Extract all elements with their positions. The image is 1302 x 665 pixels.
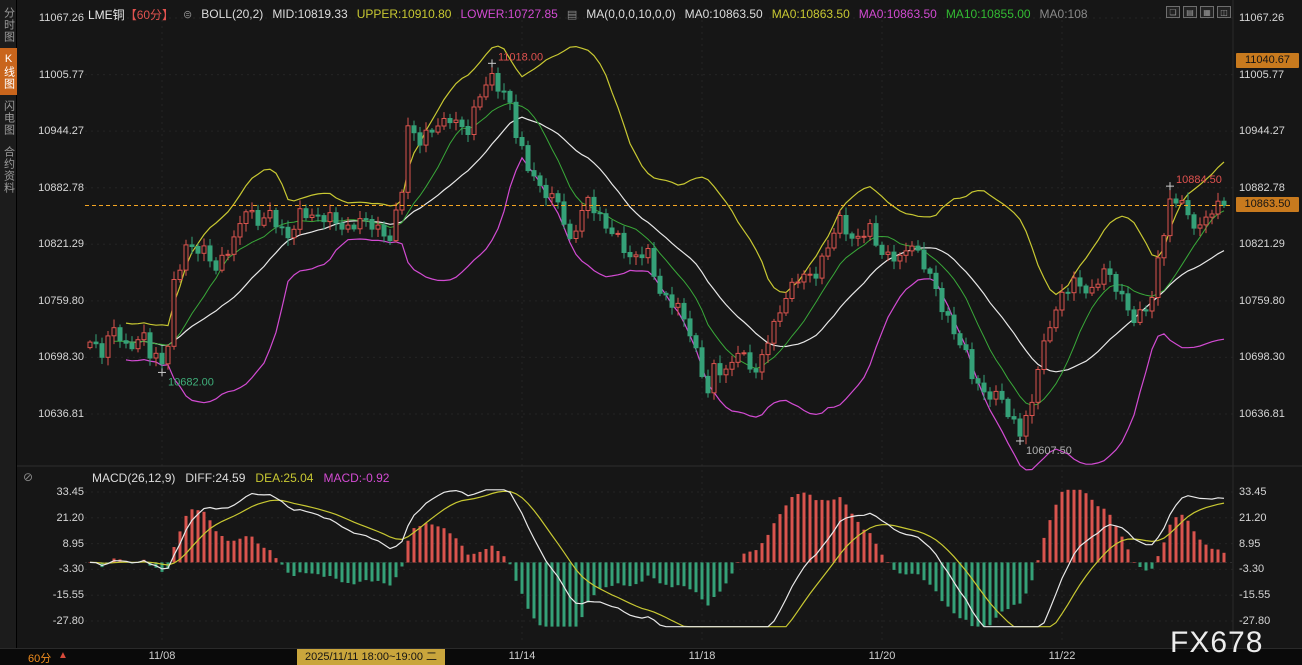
macd-axis-tick: -15.55 (1239, 588, 1299, 602)
sidebar-item-flash-chart[interactable]: 闪电图 (0, 95, 17, 141)
price-axis-tick: 10698.30 (1239, 350, 1299, 364)
x-axis-date-label: 11/18 (680, 650, 724, 662)
window-layout-icons: ❏ ▤ ▦ ◫ (1166, 6, 1231, 18)
ma0-value-2: MA0:10863.50 (772, 7, 850, 21)
macd-collapse-icon[interactable]: ⊘ (23, 470, 33, 484)
macd-axis-tick: 21.20 (30, 511, 84, 525)
price-axis-tick: 11005.77 (30, 68, 84, 82)
sidebar-item-timeline-chart[interactable]: 分时图 (0, 2, 17, 48)
macd-axis-tick: -3.30 (1239, 562, 1299, 576)
macd-axis-tick: 33.45 (1239, 485, 1299, 499)
fx678-watermark: FX678 (1170, 626, 1263, 660)
chart-canvas[interactable]: 11018.00 10682.00 10607.50 10884.50 (0, 0, 1302, 665)
split-layout-icon[interactable]: ◫ (1217, 6, 1231, 18)
symbol-settings-icon[interactable]: ⊜ (183, 8, 192, 21)
price-axis-tick: 10698.30 (30, 350, 84, 364)
last-price-tag: 10863.50 (1236, 197, 1299, 212)
chart-header: LME铜【60分】 ⊜ BOLL(20,2) MID:10819.33 UPPE… (88, 5, 1088, 23)
boll-lower-value: LOWER:10727.85 (460, 7, 557, 21)
macd-header: MACD(26,12,9) DIFF:24.59 DEA:25.04 MACD:… (92, 471, 389, 485)
boll-mid-value: MID:10819.33 (272, 7, 347, 21)
macd-axis-tick: -3.30 (30, 562, 84, 576)
x-axis-date-label: 11/22 (1040, 650, 1084, 662)
single-panel-icon[interactable]: ❏ (1166, 6, 1180, 18)
session-high-tag: 11040.67 (1236, 53, 1299, 68)
grid-layout-icon[interactable]: ▦ (1200, 6, 1214, 18)
ma0-value-3: MA0:10863.50 (859, 7, 937, 21)
svg-text:10682.00: 10682.00 (168, 376, 214, 388)
bottom-time-axis: 60分 ▲ 11/08 11/14 11/18 11/20 11/22 2025/11/… (0, 648, 1302, 665)
x-axis-date-label: 11/08 (140, 650, 184, 662)
period-label: 【60分】 (125, 8, 174, 22)
crosshair-time-chip: 2025/11/11 18:00~19:00 二 (297, 649, 445, 665)
indicator-icon[interactable]: ▤ (567, 8, 577, 21)
left-sidebar: 分时图 K线图 闪电图 合约资料 (0, 0, 17, 648)
macd-dea-value: DEA:25.04 (255, 471, 313, 485)
price-axis-tick: 10759.80 (30, 294, 84, 308)
ma10-value: MA10:10855.00 (946, 7, 1031, 21)
svg-text:11018.00: 11018.00 (498, 51, 543, 63)
x-axis-date-label: 11/14 (500, 650, 544, 662)
macd-params: MACD(26,12,9) (92, 471, 175, 485)
price-axis-tick: 11005.77 (1239, 68, 1299, 82)
price-axis-tick: 10882.78 (1239, 181, 1299, 195)
price-axis-tick: 10882.78 (30, 181, 84, 195)
trading-terminal: 11018.00 10682.00 10607.50 10884.50 分时图 K线图… (0, 0, 1302, 665)
boll-legend: BOLL(20,2) (201, 7, 263, 21)
rows-layout-icon[interactable]: ▤ (1183, 6, 1197, 18)
svg-text:10884.50: 10884.50 (1176, 174, 1222, 186)
price-axis-tick: 10759.80 (1239, 294, 1299, 308)
macd-axis-tick: -27.80 (30, 614, 84, 628)
x-axis-date-label: 11/20 (860, 650, 904, 662)
sidebar-item-kline-chart[interactable]: K线图 (0, 48, 17, 95)
price-axis-tick: 10821.29 (1239, 237, 1299, 251)
macd-axis-tick: 8.95 (30, 537, 84, 551)
ma0-value-1: MA0:10863.50 (685, 7, 763, 21)
symbol-and-period: LME铜【60分】 (88, 6, 174, 23)
timeframe-dropdown-icon[interactable]: ▲ (58, 650, 68, 661)
price-axis-tick: 11067.26 (30, 11, 84, 25)
price-axis-tick: 10636.81 (30, 407, 84, 421)
price-axis-tick: 10821.29 (30, 237, 84, 251)
timeframe-label[interactable]: 60分 (28, 650, 51, 665)
price-axis-tick: 10944.27 (30, 124, 84, 138)
sidebar-item-contract-info[interactable]: 合约资料 (0, 141, 17, 199)
macd-hist-value: MACD:-0.92 (323, 471, 389, 485)
ma0-value-truncated: MA0:108 (1040, 7, 1088, 21)
macd-axis-tick: -15.55 (30, 588, 84, 602)
boll-upper-value: UPPER:10910.80 (357, 7, 452, 21)
svg-text:10607.50: 10607.50 (1026, 445, 1072, 457)
symbol-name: LME铜 (88, 8, 125, 22)
macd-axis-tick: 21.20 (1239, 511, 1299, 525)
price-axis-tick: 10944.27 (1239, 124, 1299, 138)
price-axis-tick: 10636.81 (1239, 407, 1299, 421)
macd-axis-tick: 33.45 (30, 485, 84, 499)
macd-diff-value: DIFF:24.59 (185, 471, 245, 485)
price-axis-tick: 11067.26 (1239, 11, 1299, 25)
ma-params-legend: MA(0,0,0,10,0,0) (586, 7, 675, 21)
macd-axis-tick: 8.95 (1239, 537, 1299, 551)
